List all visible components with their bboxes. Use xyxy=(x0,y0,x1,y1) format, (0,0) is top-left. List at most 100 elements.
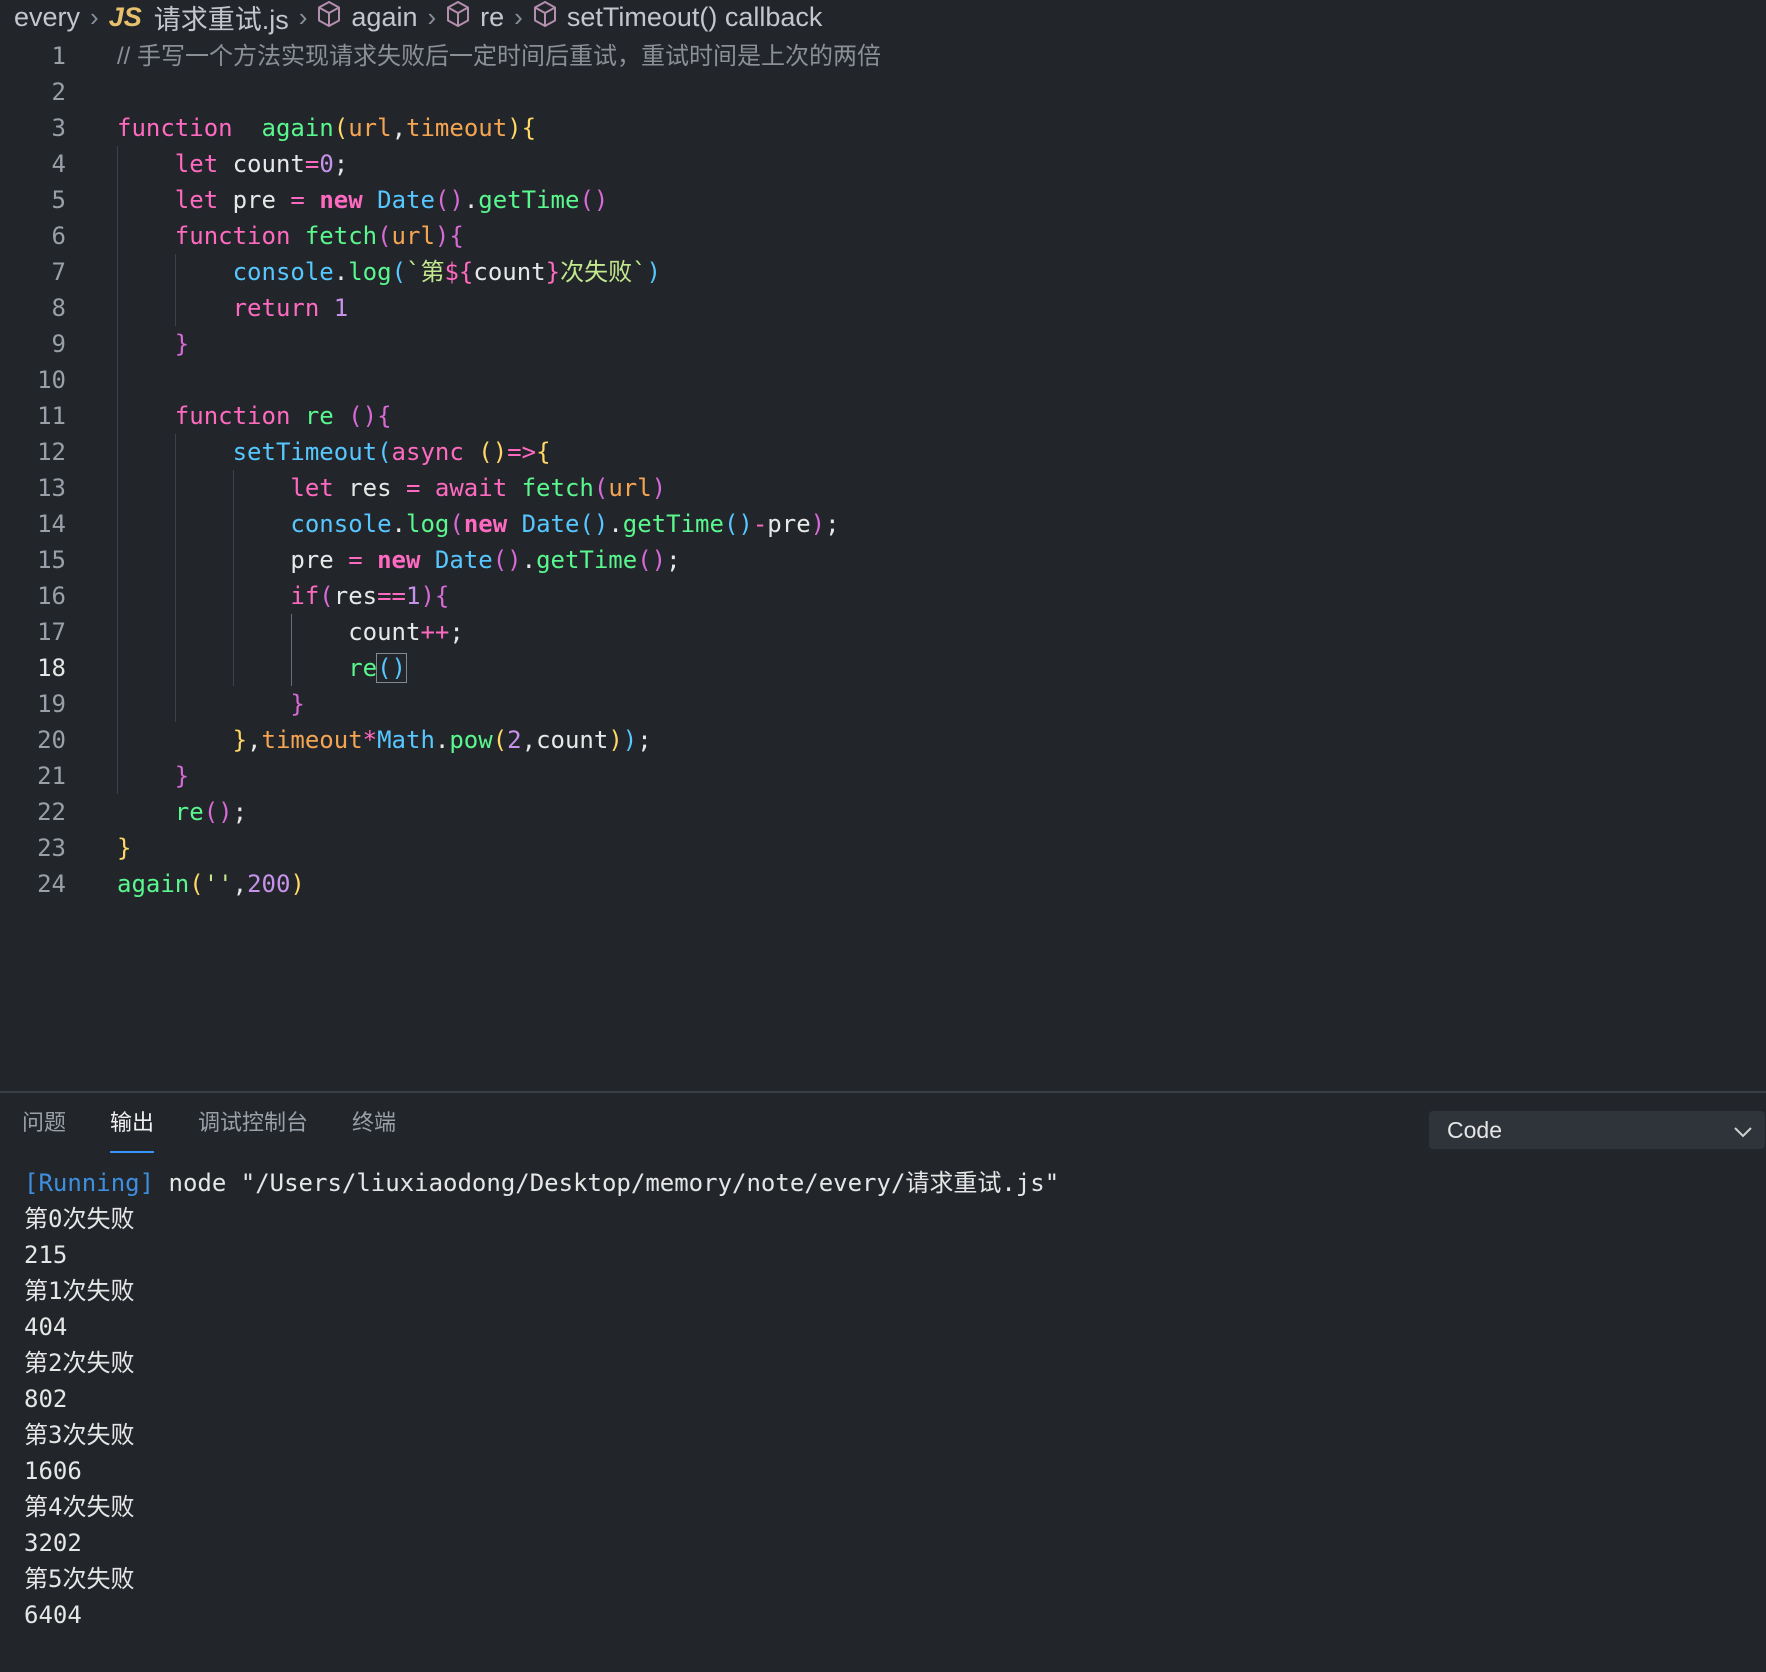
code-token: timeout xyxy=(261,726,363,754)
breadcrumb-symbol-callback[interactable]: setTimeout() callback xyxy=(567,2,823,33)
code-token: re xyxy=(304,402,334,430)
output-line: 第4次失败 xyxy=(24,1493,135,1521)
code-line[interactable]: let res = await fetch(url) xyxy=(117,470,881,506)
cube-icon xyxy=(317,0,341,34)
code-line[interactable]: console.log(new Date().getTime()-pre); xyxy=(117,506,881,542)
code-token: Date xyxy=(434,546,493,574)
code-token: = xyxy=(304,150,320,178)
code-token: . xyxy=(333,258,349,286)
tab-output[interactable]: 输出 xyxy=(88,1093,176,1153)
code-line[interactable]: } xyxy=(117,326,881,362)
code-token: let xyxy=(290,474,334,502)
code-line[interactable]: pre = new Date().getTime(); xyxy=(117,542,881,578)
running-tag: [Running] xyxy=(24,1169,155,1197)
code-line[interactable]: let pre = new Date().getTime() xyxy=(117,182,881,218)
code-token: } xyxy=(174,330,190,358)
chevron-right-icon: › xyxy=(298,1,308,32)
code-line[interactable]: function again(url,timeout){ xyxy=(117,110,881,146)
code-token: again xyxy=(261,114,334,142)
code-token: ( xyxy=(492,726,508,754)
output-line: 3202 xyxy=(24,1529,82,1557)
code-editor[interactable]: 1 2 3 4 5 6 7 8 9 10 11 12 13 14 15 16 17 18 19 20 21 22 23 24 … xyxy=(0,38,1766,1090)
code-token: fetch xyxy=(521,474,594,502)
code-line[interactable]: function fetch(url){ xyxy=(117,218,881,254)
code-lines[interactable]: // 手写一个方法实现请求失败后一定时间后重试，重试时间是上次的两倍 funct… xyxy=(117,38,881,902)
code-token: count xyxy=(117,618,421,646)
code-line[interactable]: console.log(`第${count}次失败`) xyxy=(117,254,881,290)
breadcrumb-symbol-again[interactable]: again xyxy=(351,2,417,33)
code-line[interactable]: function re (){ xyxy=(117,398,881,434)
code-token: url xyxy=(348,114,392,142)
code-token: ( xyxy=(377,438,392,466)
code-token: ( xyxy=(189,870,204,898)
code-line[interactable]: let count=0; xyxy=(117,146,881,182)
code-token: = xyxy=(406,474,421,502)
line-number: 19 xyxy=(37,690,66,718)
code-token: . xyxy=(434,726,450,754)
code-token: console xyxy=(232,258,334,286)
breadcrumb-file[interactable]: 请求重试.js xyxy=(154,0,289,37)
code-token: function xyxy=(117,114,233,142)
code-line[interactable]: again('',200) xyxy=(117,866,881,902)
output-channel-select[interactable]: Code xyxy=(1429,1111,1765,1149)
code-token: ) xyxy=(651,474,667,502)
code-token: = xyxy=(348,546,363,574)
code-token: timeout xyxy=(406,114,508,142)
code-line[interactable]: count++; xyxy=(117,614,881,650)
code-token: 200 xyxy=(247,870,291,898)
code-line[interactable]: },timeout*Math.pow(2,count)); xyxy=(117,722,881,758)
code-token: let xyxy=(174,186,219,214)
code-token: 次失败` xyxy=(560,258,647,286)
code-line[interactable]: re(); xyxy=(117,794,881,830)
code-token: res xyxy=(333,582,378,610)
code-line[interactable] xyxy=(117,74,881,110)
code-token: { xyxy=(449,222,464,250)
tab-debug-console[interactable]: 调试控制台 xyxy=(176,1093,330,1153)
code-line[interactable]: } xyxy=(117,686,881,722)
output-line: 802 xyxy=(24,1385,68,1413)
tab-problems[interactable]: 问题 xyxy=(0,1093,88,1153)
code-line[interactable] xyxy=(117,362,881,398)
code-line[interactable]: } xyxy=(117,830,881,866)
javascript-file-icon: JS xyxy=(108,1,142,32)
breadcrumb-symbol-re[interactable]: re xyxy=(480,2,504,33)
output-line: 215 xyxy=(24,1241,68,1269)
code-line[interactable]: if(res==1){ xyxy=(117,578,881,614)
code-token: if xyxy=(290,582,320,610)
code-token: == xyxy=(377,582,407,610)
code-token: } xyxy=(117,834,132,862)
line-number: 7 xyxy=(51,258,66,286)
cube-icon xyxy=(446,0,470,34)
code-token: ) xyxy=(622,726,638,754)
code-token: , xyxy=(232,870,248,898)
breadcrumb-folder[interactable]: every xyxy=(14,2,80,33)
code-token: log xyxy=(406,510,450,538)
code-token: async xyxy=(391,438,464,466)
tab-terminal[interactable]: 终端 xyxy=(330,1093,418,1153)
code-line[interactable]: re() xyxy=(117,650,881,686)
code-line[interactable]: setTimeout(async ()=>{ xyxy=(117,434,881,470)
code-line[interactable]: // 手写一个方法实现请求失败后一定时间后重试，重试时间是上次的两倍 xyxy=(117,38,881,74)
line-number: 14 xyxy=(37,510,66,538)
code-token: ( xyxy=(377,222,392,250)
code-token: pre xyxy=(767,510,811,538)
code-token: () xyxy=(579,510,609,538)
code-token: => xyxy=(507,438,537,466)
output-line: 第3次失败 xyxy=(24,1421,135,1449)
code-line[interactable]: return 1 xyxy=(117,290,881,326)
line-number: 4 xyxy=(51,150,66,178)
code-line[interactable]: } xyxy=(117,758,881,794)
code-token: = xyxy=(290,186,305,214)
output-line: 1606 xyxy=(24,1457,82,1485)
line-number: 10 xyxy=(37,366,66,394)
